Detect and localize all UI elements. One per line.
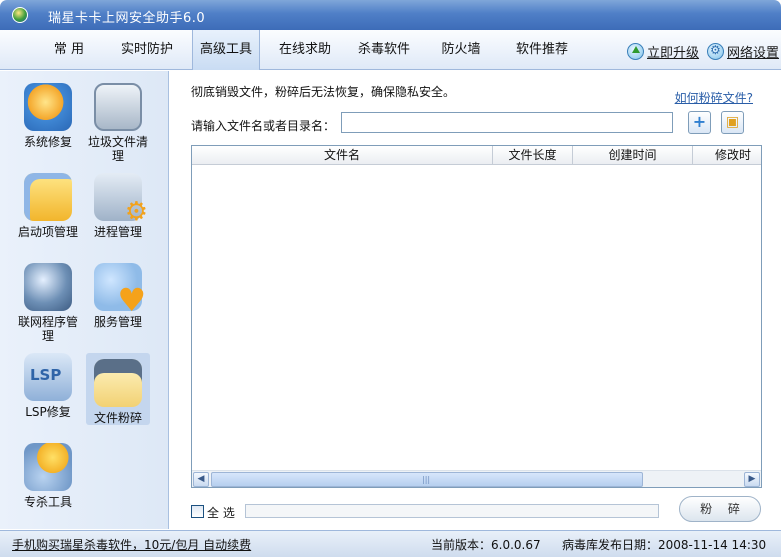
tools-sidebar: 系统修复 垃圾文件清理 启动项管理 进程管理 联网程序管理 服务管理 LSP修复…	[0, 71, 169, 529]
process-gear-icon	[94, 173, 148, 227]
column-created-time[interactable]: 创建时间	[573, 146, 693, 165]
title-bar: 瑞星卡卡上网安全助手6.0	[0, 0, 781, 30]
plus-icon: +	[692, 112, 707, 131]
app-logo-icon	[12, 7, 28, 23]
upgrade-link[interactable]: 立即升级	[627, 41, 699, 61]
status-bar: 手机购买瑞星杀毒软件，10元/包月 自动续费 当前版本：6.0.0.67 病毒库…	[0, 530, 781, 557]
tool-network-programs[interactable]: 联网程序管理	[16, 255, 80, 345]
gear-icon	[707, 42, 724, 60]
tab-advanced-tools[interactable]: 高级工具	[192, 30, 260, 70]
tab-common[interactable]: 常 用	[38, 30, 100, 70]
tool-label: 系统修复	[23, 135, 72, 149]
tab-firewall[interactable]: 防火墙	[430, 30, 492, 70]
shred-button[interactable]: 粉 碎	[679, 496, 761, 522]
ie-repair-icon	[24, 83, 72, 131]
file-shredder-panel: 彻底销毁文件，粉碎后无法恢复，确保隐私安全。 如何粉碎文件? 请输入文件名或者目…	[171, 71, 781, 529]
globe-network-icon	[24, 263, 72, 311]
select-all-checkbox[interactable]	[191, 505, 204, 518]
add-file-button[interactable]: +	[688, 111, 711, 134]
scroll-right-button[interactable]: ▶	[744, 472, 760, 487]
tab-software-recommend[interactable]: 软件推荐	[506, 30, 578, 70]
tool-label: 进程管理	[93, 225, 142, 239]
shred-progress-bar	[245, 504, 659, 518]
tool-label: 垃圾文件清理	[87, 135, 148, 163]
column-modified-time[interactable]: 修改时	[693, 146, 761, 165]
upgrade-arrow-icon	[627, 42, 644, 60]
tool-label: 专杀工具	[23, 495, 72, 509]
tool-special-killer[interactable]: 专杀工具	[16, 435, 80, 525]
tool-label: 联网程序管理	[17, 315, 78, 343]
tool-label: 文件粉碎	[93, 411, 142, 425]
tool-process-manager[interactable]: 进程管理	[86, 165, 150, 255]
file-path-input[interactable]	[341, 112, 673, 133]
trash-bin-icon	[94, 83, 142, 131]
tool-startup-manager[interactable]: 启动项管理	[16, 165, 80, 255]
select-all-label[interactable]: 全 选	[207, 504, 235, 521]
folder-icon: ▣	[725, 114, 740, 130]
tool-system-repair[interactable]: 系统修复	[16, 75, 80, 165]
main-nav: 常 用 实时防护 高级工具 在线求助 杀毒软件 防火墙 软件推荐 立即升级 网络…	[0, 30, 781, 70]
browse-folder-button[interactable]: ▣	[721, 111, 744, 134]
tool-label: LSP修复	[25, 405, 71, 419]
tab-online-help[interactable]: 在线求助	[270, 30, 340, 70]
horizontal-scrollbar[interactable]: ◀ ▶	[192, 470, 761, 487]
network-settings-link[interactable]: 网络设置	[707, 41, 779, 61]
file-list-table[interactable]: 文件名 文件长度 创建时间 修改时 ◀ ▶	[191, 145, 762, 488]
column-file-size[interactable]: 文件长度	[493, 146, 573, 165]
virus-db-date: 病毒库发布日期：2008-11-14 14:30	[562, 538, 767, 552]
tool-lsp-repair[interactable]: LSP修复	[16, 345, 80, 435]
path-input-label: 请输入文件名或者目录名：	[191, 119, 336, 133]
action-row: 全 选 粉 碎	[191, 496, 762, 523]
tab-realtime-protection[interactable]: 实时防护	[112, 30, 182, 70]
how-to-shred-link[interactable]: 如何粉碎文件?	[675, 89, 753, 106]
tool-junk-cleanup[interactable]: 垃圾文件清理	[86, 75, 150, 165]
column-filename[interactable]: 文件名	[192, 146, 493, 165]
window-title: 瑞星卡卡上网安全助手6.0	[48, 11, 206, 26]
shredder-icon	[94, 359, 142, 407]
upgrade-label: 立即升级	[647, 45, 700, 61]
scrollbar-thumb[interactable]	[211, 472, 643, 487]
tool-label: 启动项管理	[17, 225, 78, 239]
service-heart-icon	[94, 263, 146, 319]
current-version: 当前版本：6.0.0.67	[431, 538, 541, 552]
tool-file-shredder[interactable]: 文件粉碎	[86, 353, 150, 425]
startup-boxes-icon	[24, 173, 72, 221]
scroll-left-button[interactable]: ◀	[193, 472, 209, 487]
tool-service-manager[interactable]: 服务管理	[86, 255, 150, 345]
kill-tool-icon	[24, 443, 72, 491]
table-header: 文件名 文件长度 创建时间 修改时	[192, 146, 761, 165]
tab-antivirus[interactable]: 杀毒软件	[350, 30, 418, 70]
shredder-description: 彻底销毁文件，粉碎后无法恢复，确保隐私安全。	[191, 85, 456, 99]
network-settings-label: 网络设置	[727, 45, 780, 61]
mobile-purchase-link[interactable]: 手机购买瑞星杀毒软件，10元/包月 自动续费	[12, 536, 251, 553]
lsp-icon	[24, 353, 72, 401]
